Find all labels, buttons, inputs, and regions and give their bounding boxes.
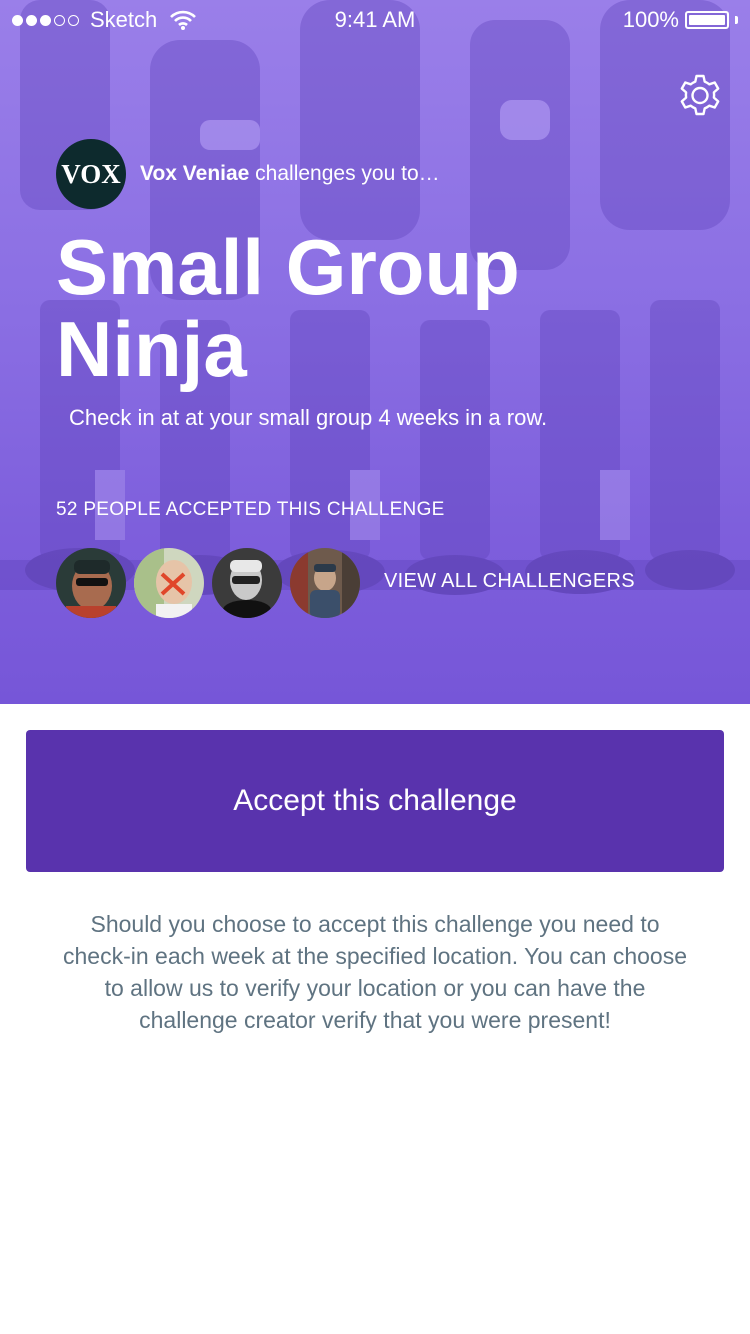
view-all-challengers-link[interactable]: VIEW ALL CHALLENGERS bbox=[384, 570, 635, 593]
challenger-avatars bbox=[56, 548, 360, 618]
challenge-title: Small Group Ninja bbox=[56, 223, 520, 393]
avatar[interactable] bbox=[212, 548, 282, 618]
avatar[interactable] bbox=[134, 548, 204, 618]
battery-tip bbox=[735, 16, 738, 24]
challenge-hero: Sketch 9:41 AM 100% VOX Vox Veniae chall… bbox=[0, 0, 750, 704]
challenger-logo[interactable]: VOX bbox=[56, 139, 126, 209]
battery-icon bbox=[685, 11, 729, 29]
avatar[interactable] bbox=[290, 548, 360, 618]
accept-challenge-button[interactable]: Accept this challenge bbox=[26, 730, 724, 872]
challenger-text: Vox Veniae challenges you to… bbox=[140, 162, 440, 186]
challenge-description: Should you choose to accept this challen… bbox=[63, 911, 687, 1033]
challenger-suffix: challenges you to… bbox=[249, 162, 440, 185]
challenger-row: VOX Vox Veniae challenges you to… bbox=[56, 139, 440, 209]
battery-status: 100% bbox=[623, 7, 738, 33]
gear-icon[interactable] bbox=[675, 73, 725, 123]
status-bar: Sketch 9:41 AM 100% bbox=[0, 0, 750, 40]
challenger-name[interactable]: Vox Veniae bbox=[140, 162, 249, 185]
battery-percent: 100% bbox=[622, 7, 679, 32]
challenge-subtitle: Check in at at your small group 4 weeks … bbox=[69, 405, 548, 430]
avatar[interactable] bbox=[56, 548, 126, 618]
accepted-count: 52 PEOPLE ACCEPTED THIS CHALLENGE bbox=[56, 499, 445, 520]
